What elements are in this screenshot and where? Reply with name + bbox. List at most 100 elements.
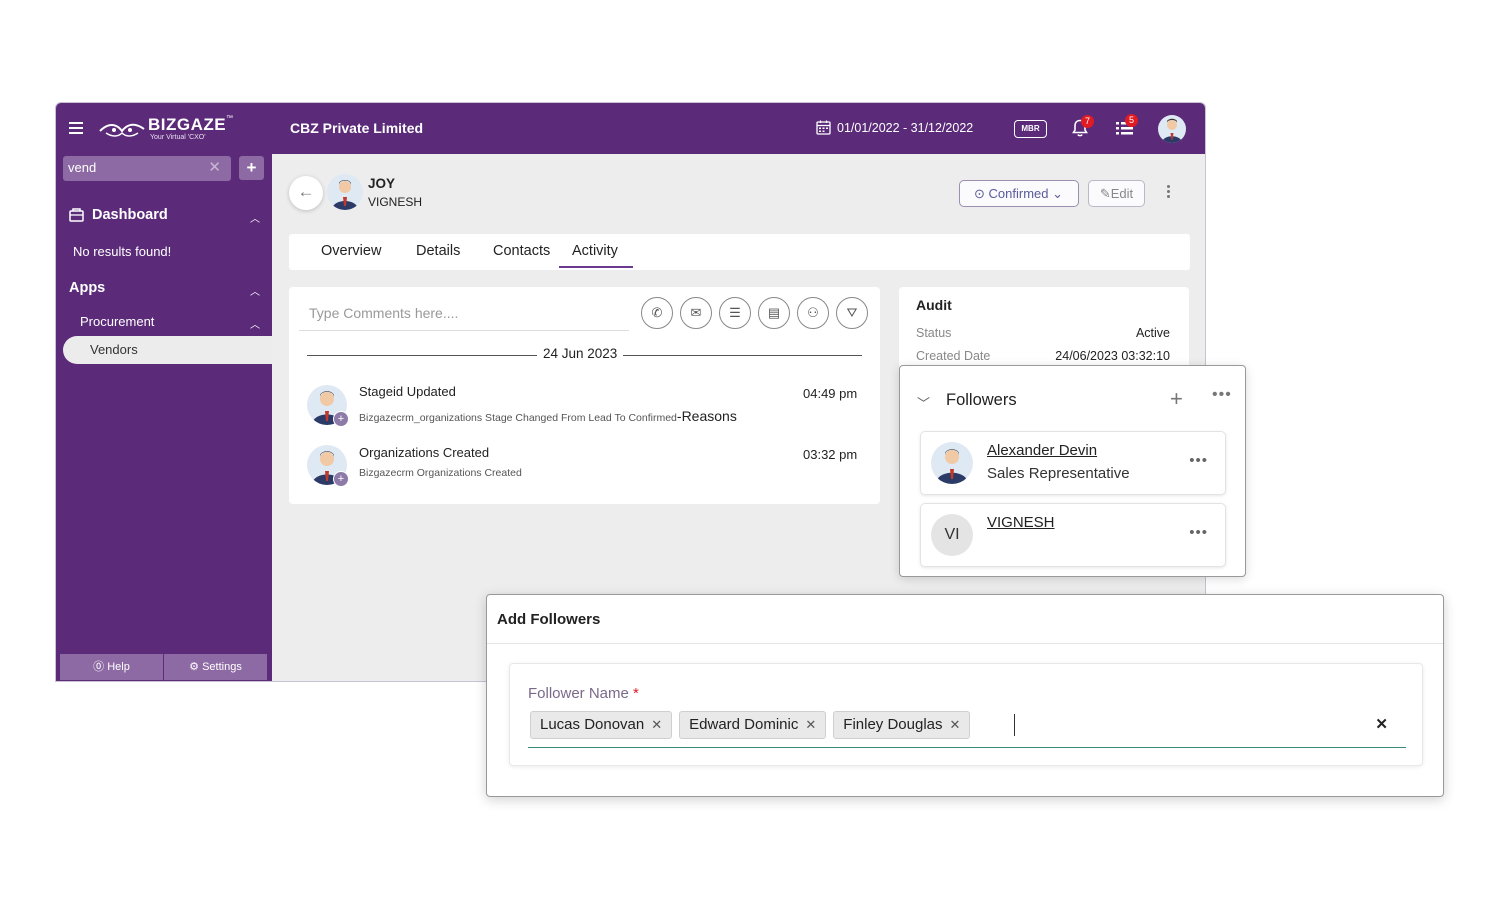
calendar-icon bbox=[816, 120, 831, 135]
pencil-icon: ✎ bbox=[1099, 186, 1111, 201]
sidebar-item-vendors[interactable]: Vendors bbox=[63, 336, 272, 364]
clear-all-icon[interactable]: ✕ bbox=[1375, 715, 1388, 733]
filter-icon[interactable]: ⛛ bbox=[836, 297, 868, 329]
add-follower-button[interactable]: + bbox=[1170, 386, 1183, 412]
activity-panel: Type Comments here.... ✆ ✉ ☰ ▤ ⚇ ⛛ 24 Ju… bbox=[289, 287, 880, 504]
comment-input[interactable]: Type Comments here.... bbox=[299, 297, 629, 331]
date-range-text: 01/01/2022 - 31/12/2022 bbox=[837, 120, 974, 135]
follower-chip[interactable]: Edward Dominic ✕ bbox=[679, 711, 827, 739]
help-icon: ⓪ bbox=[93, 661, 108, 673]
entry-title: Organizations Created bbox=[359, 445, 490, 460]
phone-icon[interactable]: ✆ bbox=[641, 297, 673, 329]
follower-initials: VI bbox=[931, 514, 973, 556]
user-avatar[interactable] bbox=[1158, 115, 1186, 143]
entry-description: Bizgazecrm_organizations Stage Changed F… bbox=[359, 408, 737, 424]
message-icon[interactable]: ▤ bbox=[758, 297, 790, 329]
date-range-picker[interactable]: 01/01/2022 - 31/12/2022 bbox=[816, 120, 973, 135]
status-dropdown[interactable]: ⊙ Confirmed ⌄ bbox=[959, 180, 1079, 207]
audit-created-label: Created Date bbox=[916, 349, 991, 363]
settings-label: Settings bbox=[202, 661, 242, 673]
chevron-up-icon[interactable]: ︿ bbox=[250, 210, 260, 225]
follower-role: Sales Representative bbox=[987, 465, 1130, 482]
task-badge: 5 bbox=[1125, 114, 1138, 127]
more-horizontal-icon[interactable]: ••• bbox=[1212, 386, 1232, 404]
check-circle-icon: ⊙ bbox=[974, 186, 989, 201]
help-label: Help bbox=[107, 661, 130, 673]
entry-desc-text: Bizgazecrm_organizations Stage Changed F… bbox=[359, 412, 677, 424]
tab-contacts[interactable]: Contacts bbox=[493, 243, 550, 259]
group-icon[interactable]: ⚇ bbox=[797, 297, 829, 329]
audit-panel: Audit Status Active Created Date 24/06/2… bbox=[899, 287, 1189, 377]
sidebar-search-input[interactable]: vend ✕ bbox=[63, 156, 231, 181]
follower-item: Alexander Devin Sales Representative ••• bbox=[920, 431, 1226, 495]
text-cursor[interactable] bbox=[1014, 714, 1015, 736]
follower-chip[interactable]: Lucas Donovan ✕ bbox=[530, 711, 673, 739]
clear-search-icon[interactable]: ✕ bbox=[208, 158, 221, 176]
sidebar-search-value: vend bbox=[68, 160, 97, 175]
menu-icon[interactable] bbox=[69, 122, 83, 134]
chevron-up-icon[interactable]: ︿ bbox=[250, 283, 260, 298]
dialog-title: Add Followers bbox=[497, 611, 601, 628]
follower-name[interactable]: Alexander Devin bbox=[987, 442, 1097, 459]
edit-label: Edit bbox=[1110, 186, 1134, 201]
sidebar-add-button[interactable]: + bbox=[239, 156, 264, 180]
followers-card: ﹀ Followers + ••• Alexander Devin Sales … bbox=[899, 365, 1246, 577]
chevron-down-icon: ⌄ bbox=[1048, 186, 1063, 201]
chip-label: Lucas Donovan bbox=[540, 716, 645, 733]
sidebar-footer: ⓪ Help ⚙ Settings bbox=[60, 654, 267, 680]
tabs-bar: Overview Details Contacts Activity bbox=[289, 234, 1190, 270]
field-label: Follower Name * bbox=[528, 685, 639, 702]
back-button[interactable]: ← bbox=[289, 176, 323, 210]
entry-description: Bizgazecrm Organizations Created bbox=[359, 467, 522, 479]
edit-button[interactable]: ✎Edit bbox=[1088, 180, 1145, 207]
company-name[interactable]: CBZ Private Limited bbox=[290, 120, 423, 136]
top-bar: BIZGAZE ™ Your Virtual 'CXO' CBZ Private… bbox=[56, 103, 1205, 154]
activity-actions: ✆ ✉ ☰ ▤ ⚇ ⛛ bbox=[641, 297, 868, 329]
list-icon[interactable]: ☰ bbox=[719, 297, 751, 329]
sidebar: vend ✕ + Dashboard ︿ No results found! A… bbox=[56, 154, 272, 681]
help-button[interactable]: ⓪ Help bbox=[60, 654, 163, 680]
sidebar-item-dashboard[interactable]: Dashboard bbox=[92, 207, 168, 223]
chevron-up-icon[interactable]: ︿ bbox=[250, 316, 260, 331]
bizgaze-logo[interactable]: BIZGAZE ™ Your Virtual 'CXO' bbox=[98, 115, 238, 145]
audit-status-value: Active bbox=[1135, 326, 1170, 340]
audit-created-value: 24/06/2023 03:32:10 bbox=[1055, 349, 1170, 363]
record-avatar bbox=[327, 174, 363, 210]
sidebar-item-procurement[interactable]: Procurement bbox=[80, 314, 154, 329]
dashboard-icon bbox=[69, 208, 84, 227]
chip-label: Edward Dominic bbox=[689, 716, 799, 733]
divider bbox=[487, 643, 1443, 644]
chip-label: Finley Douglas bbox=[843, 716, 943, 733]
no-results-text: No results found! bbox=[73, 244, 172, 259]
tab-overview[interactable]: Overview bbox=[321, 243, 381, 259]
notification-badge: 7 bbox=[1081, 115, 1094, 128]
add-followers-dialog: Add Followers Follower Name * Lucas Dono… bbox=[486, 594, 1444, 797]
remove-chip-icon[interactable]: ✕ bbox=[805, 717, 816, 732]
gear-icon: ⚙ bbox=[189, 661, 203, 673]
more-horizontal-icon[interactable]: ••• bbox=[1189, 452, 1208, 469]
logo-trademark: ™ bbox=[226, 115, 233, 122]
follower-name-field: Follower Name * Lucas Donovan ✕ Edward Do… bbox=[509, 663, 1423, 766]
plus-icon: + bbox=[333, 411, 349, 427]
settings-button[interactable]: ⚙ Settings bbox=[163, 654, 267, 680]
plus-icon: + bbox=[333, 471, 349, 487]
mbr-button[interactable]: MBR bbox=[1014, 120, 1047, 138]
entry-desc-suffix: -Reasons bbox=[676, 408, 737, 424]
chevron-down-icon[interactable]: ﹀ bbox=[917, 393, 930, 412]
status-label: Confirmed bbox=[988, 186, 1049, 201]
follower-chip[interactable]: Finley Douglas ✕ bbox=[833, 711, 971, 739]
followers-title: Followers bbox=[946, 391, 1017, 409]
more-options-icon[interactable] bbox=[1167, 185, 1171, 200]
notifications-button[interactable]: 7 bbox=[1072, 115, 1094, 139]
remove-chip-icon[interactable]: ✕ bbox=[651, 717, 662, 732]
tasks-button[interactable]: 5 bbox=[1116, 114, 1138, 138]
tab-details[interactable]: Details bbox=[416, 243, 460, 259]
mail-icon[interactable]: ✉ bbox=[680, 297, 712, 329]
entry-time: 04:49 pm bbox=[803, 386, 858, 401]
remove-chip-icon[interactable]: ✕ bbox=[950, 717, 961, 732]
field-label-text: Follower Name bbox=[528, 685, 629, 702]
more-horizontal-icon[interactable]: ••• bbox=[1189, 524, 1208, 541]
follower-name[interactable]: VIGNESH bbox=[987, 514, 1055, 531]
sidebar-item-apps[interactable]: Apps bbox=[69, 280, 105, 296]
tab-activity[interactable]: Activity bbox=[559, 243, 633, 268]
